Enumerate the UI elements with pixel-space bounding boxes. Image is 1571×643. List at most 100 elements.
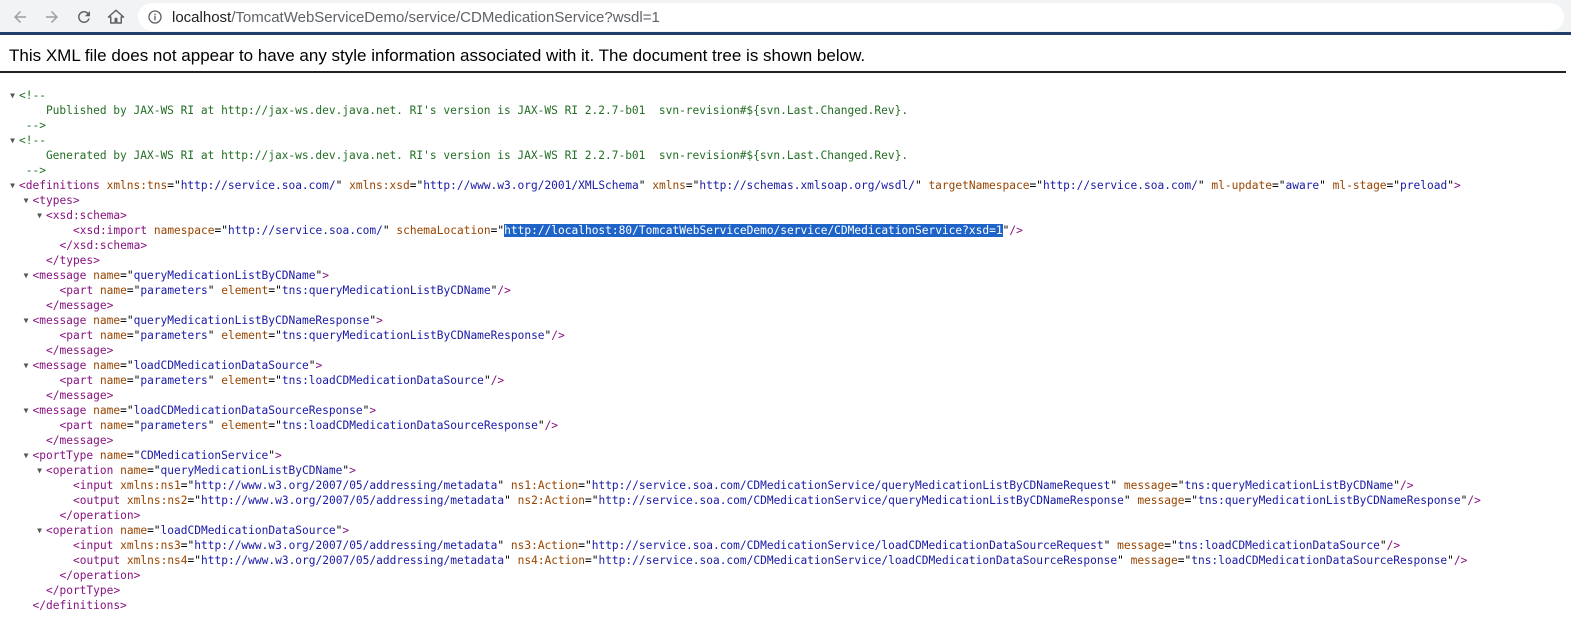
xml-line-text: </portType> xyxy=(46,583,120,598)
xml-token: ns4:Action xyxy=(517,554,585,567)
collapse-toggle-icon[interactable]: ▼ xyxy=(22,193,31,208)
xml-token: " xyxy=(1447,179,1454,192)
xml-token: > xyxy=(376,314,383,327)
xml-token: </message> xyxy=(46,344,114,357)
xml-token: tns:loadCDMedicationDataSourceResponse xyxy=(1191,554,1448,567)
collapse-toggle-icon[interactable]: ▼ xyxy=(35,208,44,223)
xml-tree-line: <output xmlns:ns2="http://www.w3.org/200… xyxy=(0,493,1571,508)
xml-tree-line: ▼ <!-- xyxy=(0,88,1571,103)
xml-token: /> xyxy=(1009,224,1023,237)
url-text[interactable]: localhost/TomcatWebServiceDemo/service/C… xyxy=(172,9,660,26)
xml-token: =" xyxy=(187,554,202,567)
xml-token: <message xyxy=(32,314,87,327)
xml-token: name xyxy=(99,329,127,342)
xml-token: =" xyxy=(1386,179,1401,192)
xml-token: " xyxy=(497,539,511,552)
xml-token: /> xyxy=(1467,494,1481,507)
xml-token: Generated by JAX-WS RI at http://jax-ws.… xyxy=(19,149,909,162)
arrow-left-icon[interactable] xyxy=(8,5,32,29)
xml-line-text: <xsd:schema> xyxy=(46,208,127,223)
xml-token xyxy=(93,374,100,387)
xml-token: =" xyxy=(147,464,161,477)
info-icon[interactable] xyxy=(146,8,164,26)
xml-token: Published by JAX-WS RI at http://jax-ws.… xyxy=(19,104,909,117)
xml-token: =" xyxy=(578,479,592,492)
xml-token: " xyxy=(1123,494,1138,507)
xml-token: <xsd:import xyxy=(73,224,148,237)
xml-token: http://www.w3.org/2007/05/addressing/met… xyxy=(194,539,498,552)
xml-tree-line: ▼ <portType name="CDMedicationService"> xyxy=(0,448,1571,463)
xml-tree-line: <part name="parameters" element="tns:loa… xyxy=(0,373,1571,388)
xml-token: http://service.soa.com/CDMedicationServi… xyxy=(591,479,1111,492)
collapse-toggle-icon[interactable]: ▼ xyxy=(35,523,44,538)
xml-token: =" xyxy=(490,224,505,237)
xml-token: targetNamespace xyxy=(928,179,1030,192)
xml-token: tns:loadCDMedicationDataSourceResponse xyxy=(281,419,538,432)
xml-token: <part xyxy=(59,374,94,387)
url-host: localhost xyxy=(172,8,232,26)
xml-token xyxy=(93,419,100,432)
xml-token: =" xyxy=(268,374,282,387)
xml-line-text: </message> xyxy=(46,343,113,358)
collapse-toggle-icon[interactable]: ▼ xyxy=(22,448,31,463)
xml-token: =" xyxy=(180,479,195,492)
xml-viewer-header: This XML file does not appear to have an… xyxy=(0,38,1566,73)
xml-token: loadCDMedicationDataSource xyxy=(160,524,336,537)
xml-token: > xyxy=(322,269,329,282)
xml-token: schemaLocation xyxy=(396,224,491,237)
xml-token: queryMedicationListByCDName xyxy=(133,269,316,282)
xml-tree-line: </types> xyxy=(0,253,1571,268)
arrow-right-icon[interactable] xyxy=(40,5,64,29)
xml-token: name xyxy=(99,449,127,462)
xml-token: " xyxy=(207,419,222,432)
xml-token: <message xyxy=(32,269,87,282)
address-bar[interactable]: localhost/TomcatWebServiceDemo/service/C… xyxy=(138,3,1564,31)
xml-token: =" xyxy=(126,329,141,342)
xml-token: message xyxy=(1130,554,1178,567)
xml-line-text: <definitions xmlns:tns="http://service.s… xyxy=(19,178,1461,193)
xml-token: /> xyxy=(497,284,511,297)
xml-line-text: </types> xyxy=(46,253,100,268)
xml-tree-line: </message> xyxy=(0,298,1571,313)
xml-token: =" xyxy=(1164,539,1178,552)
xml-token: ns2:Action xyxy=(517,494,585,507)
xml-token: <xsd:schema> xyxy=(46,209,127,222)
xml-tree-line: --> xyxy=(0,163,1571,178)
xml-line-text: </operation> xyxy=(60,508,141,523)
xml-token: " xyxy=(1379,539,1387,552)
xml-token: =" xyxy=(120,404,134,417)
collapse-toggle-icon[interactable]: ▼ xyxy=(8,178,17,193)
xml-token: tns:queryMedicationListByCDNameResponse xyxy=(1197,494,1461,507)
xml-token: <input xyxy=(73,539,114,552)
xml-token: xmlns:xsd xyxy=(349,179,410,192)
collapse-toggle-icon[interactable]: ▼ xyxy=(35,463,44,478)
collapse-toggle-icon[interactable]: ▼ xyxy=(8,88,17,103)
home-icon[interactable] xyxy=(104,5,128,29)
collapse-toggle-icon[interactable]: ▼ xyxy=(22,358,31,373)
xml-line-text: </message> xyxy=(46,433,113,448)
xml-token: namespace xyxy=(153,224,215,237)
xml-token: </types> xyxy=(46,254,100,267)
xml-line-text: </operation> xyxy=(60,568,141,583)
xml-token: =" xyxy=(409,179,424,192)
xml-token: name xyxy=(93,269,121,282)
xml-token: xmlns:ns1 xyxy=(120,479,181,492)
xml-tree-line: </message> xyxy=(0,388,1571,403)
xml-tree-line: --> xyxy=(0,118,1571,133)
xml-tree-line: Generated by JAX-WS RI at http://jax-ws.… xyxy=(0,148,1571,163)
xml-token xyxy=(93,284,100,297)
xml-token: =" xyxy=(584,494,599,507)
collapse-toggle-icon[interactable]: ▼ xyxy=(22,268,31,283)
xml-token: CDMedicationService xyxy=(140,449,269,462)
collapse-toggle-icon[interactable]: ▼ xyxy=(22,313,31,328)
xml-tree-line: </message> xyxy=(0,433,1571,448)
collapse-toggle-icon[interactable]: ▼ xyxy=(8,133,17,148)
xml-line-text: </message> xyxy=(46,298,113,313)
xml-token: loadCDMedicationDataSourceResponse xyxy=(133,404,363,417)
collapse-toggle-icon[interactable]: ▼ xyxy=(22,403,31,418)
xml-token: message xyxy=(1117,539,1165,552)
reload-icon[interactable] xyxy=(72,5,96,29)
xml-token: element xyxy=(221,374,269,387)
xml-token: http://service.soa.com/CDMedicationServi… xyxy=(591,539,1104,552)
xml-token: " xyxy=(504,554,518,567)
